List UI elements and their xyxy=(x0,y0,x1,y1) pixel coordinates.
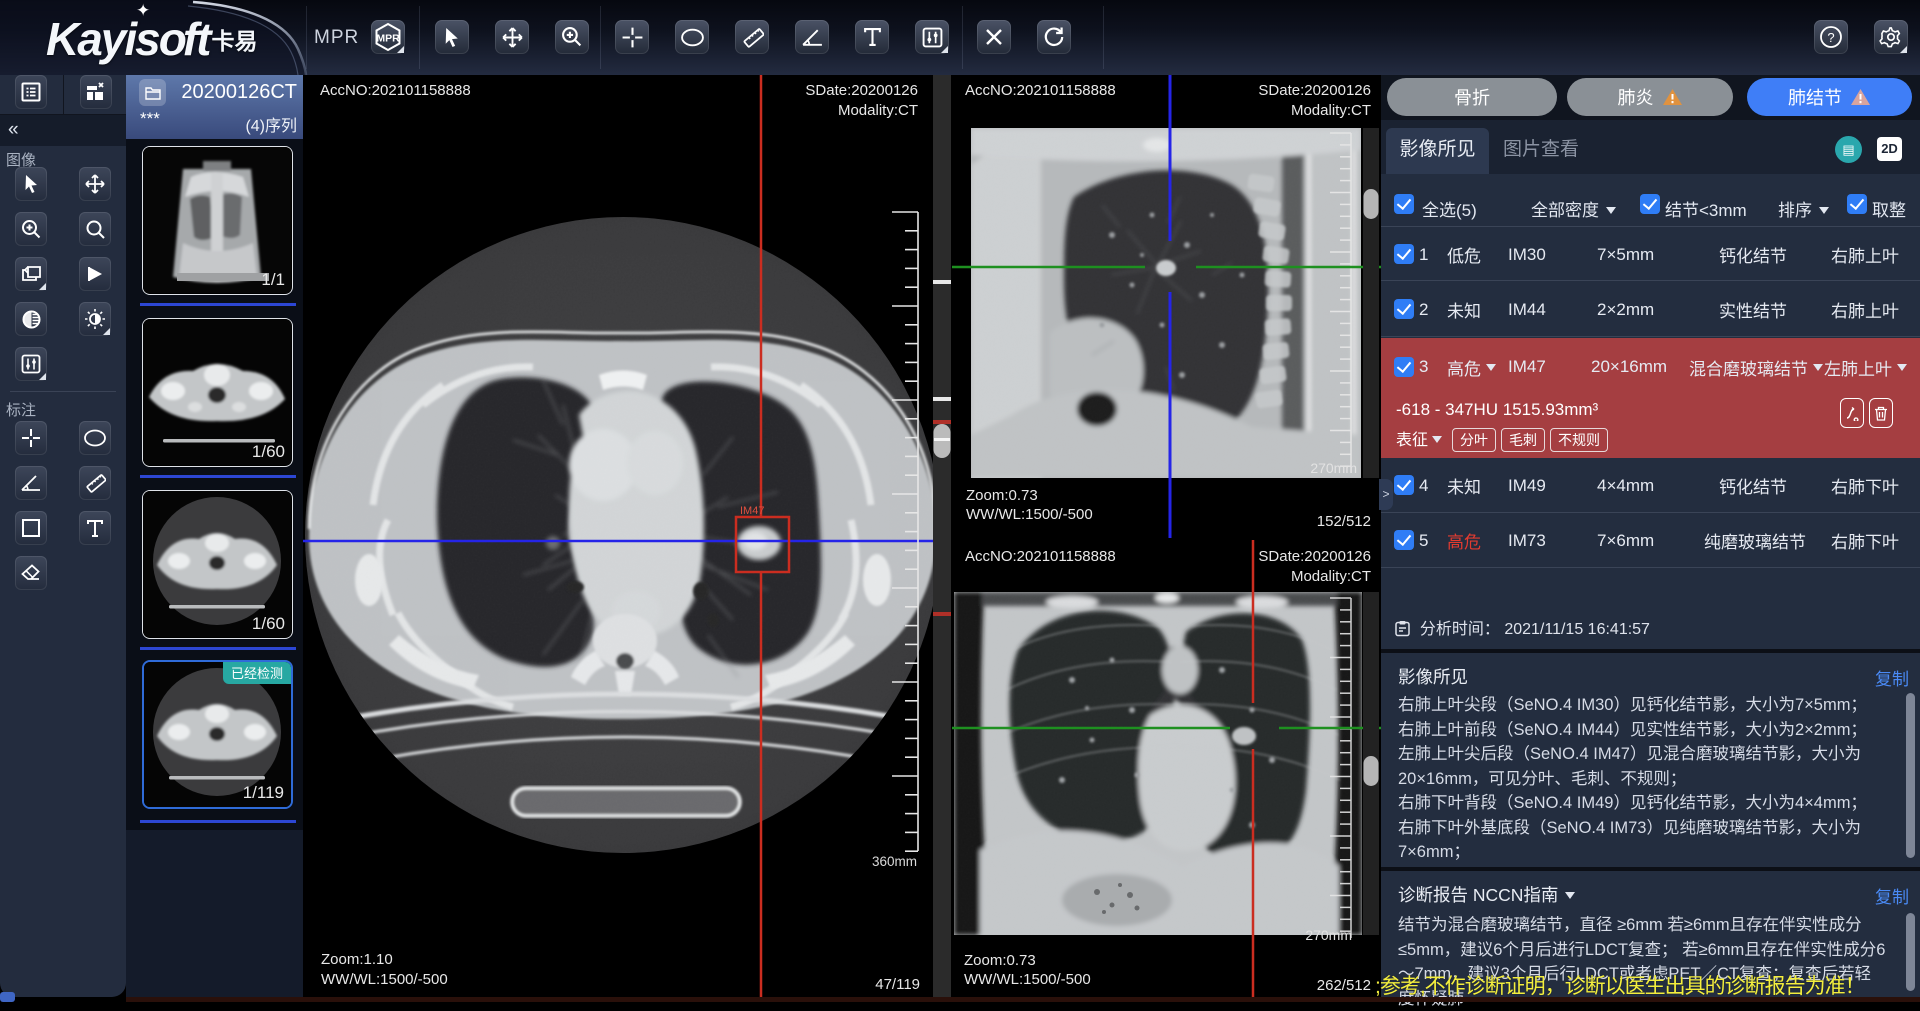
svg-text:MPR: MPR xyxy=(376,33,400,45)
svg-text:?: ? xyxy=(1827,30,1834,45)
svg-text:IM47: IM47 xyxy=(740,505,764,517)
svg-text:270mm: 270mm xyxy=(1305,927,1352,943)
svg-text:360mm: 360mm xyxy=(872,854,917,869)
svg-text:270mm: 270mm xyxy=(1310,460,1357,476)
